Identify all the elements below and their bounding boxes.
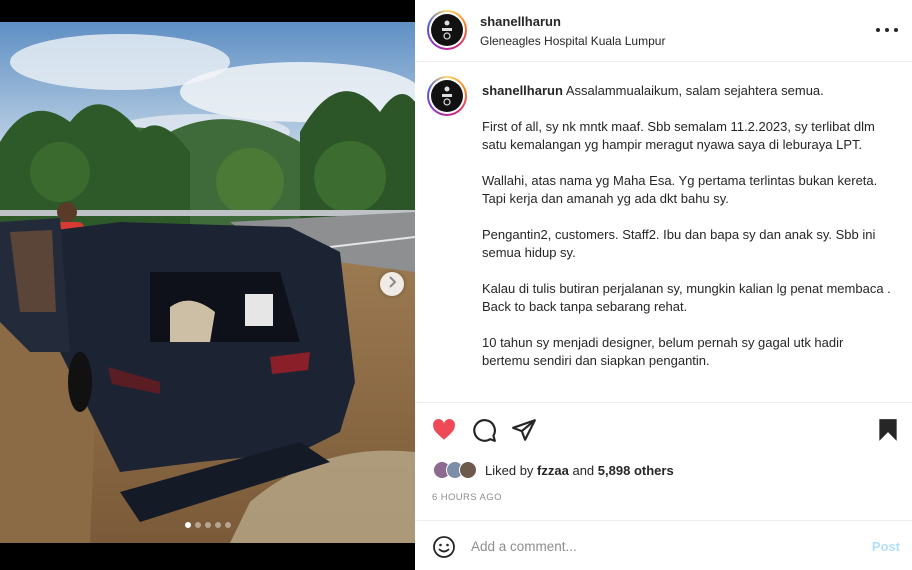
carousel-dot: [224, 522, 231, 528]
save-button[interactable]: [875, 417, 901, 443]
carousel-dot: [194, 522, 201, 528]
likes-prefix: Liked by: [485, 462, 534, 478]
more-dot-icon: [894, 28, 898, 32]
bookmark-filled-icon: [879, 419, 897, 441]
brand-logo-icon: [442, 86, 452, 106]
carousel-dot: [184, 522, 191, 528]
more-options-button[interactable]: [876, 22, 898, 38]
emoji-button[interactable]: [432, 535, 456, 559]
caption-paragraph: Kalau di tulis butiran perjalanan sy, mu…: [482, 281, 891, 314]
caption-paragraph: shanellharun Assalammualaikum, salam sej…: [482, 82, 894, 100]
caption-text: shanellharun Assalammualaikum, salam sej…: [482, 82, 894, 388]
comment-composer: Post: [415, 520, 912, 570]
smiley-icon: [433, 536, 455, 558]
post-author-username[interactable]: shanellharun: [480, 14, 561, 29]
likes-count[interactable]: 5,898 others: [598, 463, 674, 478]
post-sidebar: shanellharun Gleneagles Hospital Kuala L…: [415, 0, 912, 570]
paper-plane-icon: [512, 419, 536, 441]
chevron-right-icon: [387, 275, 397, 293]
carousel-dot: [204, 522, 211, 528]
caption-paragraph: First of all, sy nk mntk maaf. Sbb semal…: [482, 119, 875, 152]
caption-paragraph: Wallahi, atas nama yg Maha Esa. Yg perta…: [482, 173, 878, 206]
crashed-car-photo: [0, 22, 415, 543]
liker-avatars: [433, 459, 485, 481]
likes-summary: Liked by fzzaa and 5,898 others: [433, 459, 674, 481]
post-header: shanellharun Gleneagles Hospital Kuala L…: [415, 0, 912, 62]
more-dot-icon: [885, 28, 889, 32]
more-dot-icon: [876, 28, 880, 32]
carousel-dot: [214, 522, 221, 528]
carousel-indicator: [0, 522, 415, 528]
caption-paragraph: Pengantin2, customers. Staff2. Ibu dan b…: [482, 227, 876, 260]
comment-button[interactable]: [471, 417, 497, 443]
heart-filled-icon: [433, 419, 455, 440]
share-button[interactable]: [511, 417, 537, 443]
avatar[interactable]: [427, 76, 467, 116]
post-timestamp[interactable]: 6 HOURS AGO: [432, 492, 502, 503]
liker-username[interactable]: fzzaa: [537, 463, 569, 478]
post-location[interactable]: Gleneagles Hospital Kuala Lumpur: [480, 34, 665, 48]
caption-username[interactable]: shanellharun: [482, 83, 563, 98]
post-media: [0, 0, 415, 570]
post-comment-button[interactable]: Post: [872, 539, 900, 554]
next-slide-button[interactable]: [380, 272, 404, 296]
comment-bubble-icon: [473, 419, 496, 442]
post-actions: Liked by fzzaa and 5,898 others 6 HOURS …: [415, 402, 912, 520]
avatar[interactable]: [459, 461, 477, 479]
post-caption: shanellharun Assalammualaikum, salam sej…: [415, 62, 912, 402]
likes-text: Liked by fzzaa and 5,898 others: [485, 463, 674, 478]
caption-paragraph: 10 tahun sy menjadi designer, belum pern…: [482, 335, 844, 368]
caption-line: Assalammualaikum, salam sejahtera semua.: [565, 83, 824, 98]
comment-input[interactable]: [471, 533, 851, 559]
avatar[interactable]: [427, 10, 467, 50]
likes-connector: and: [572, 462, 595, 478]
brand-logo-icon: [442, 20, 452, 40]
post-photo[interactable]: [0, 22, 415, 543]
like-button[interactable]: [431, 417, 457, 443]
